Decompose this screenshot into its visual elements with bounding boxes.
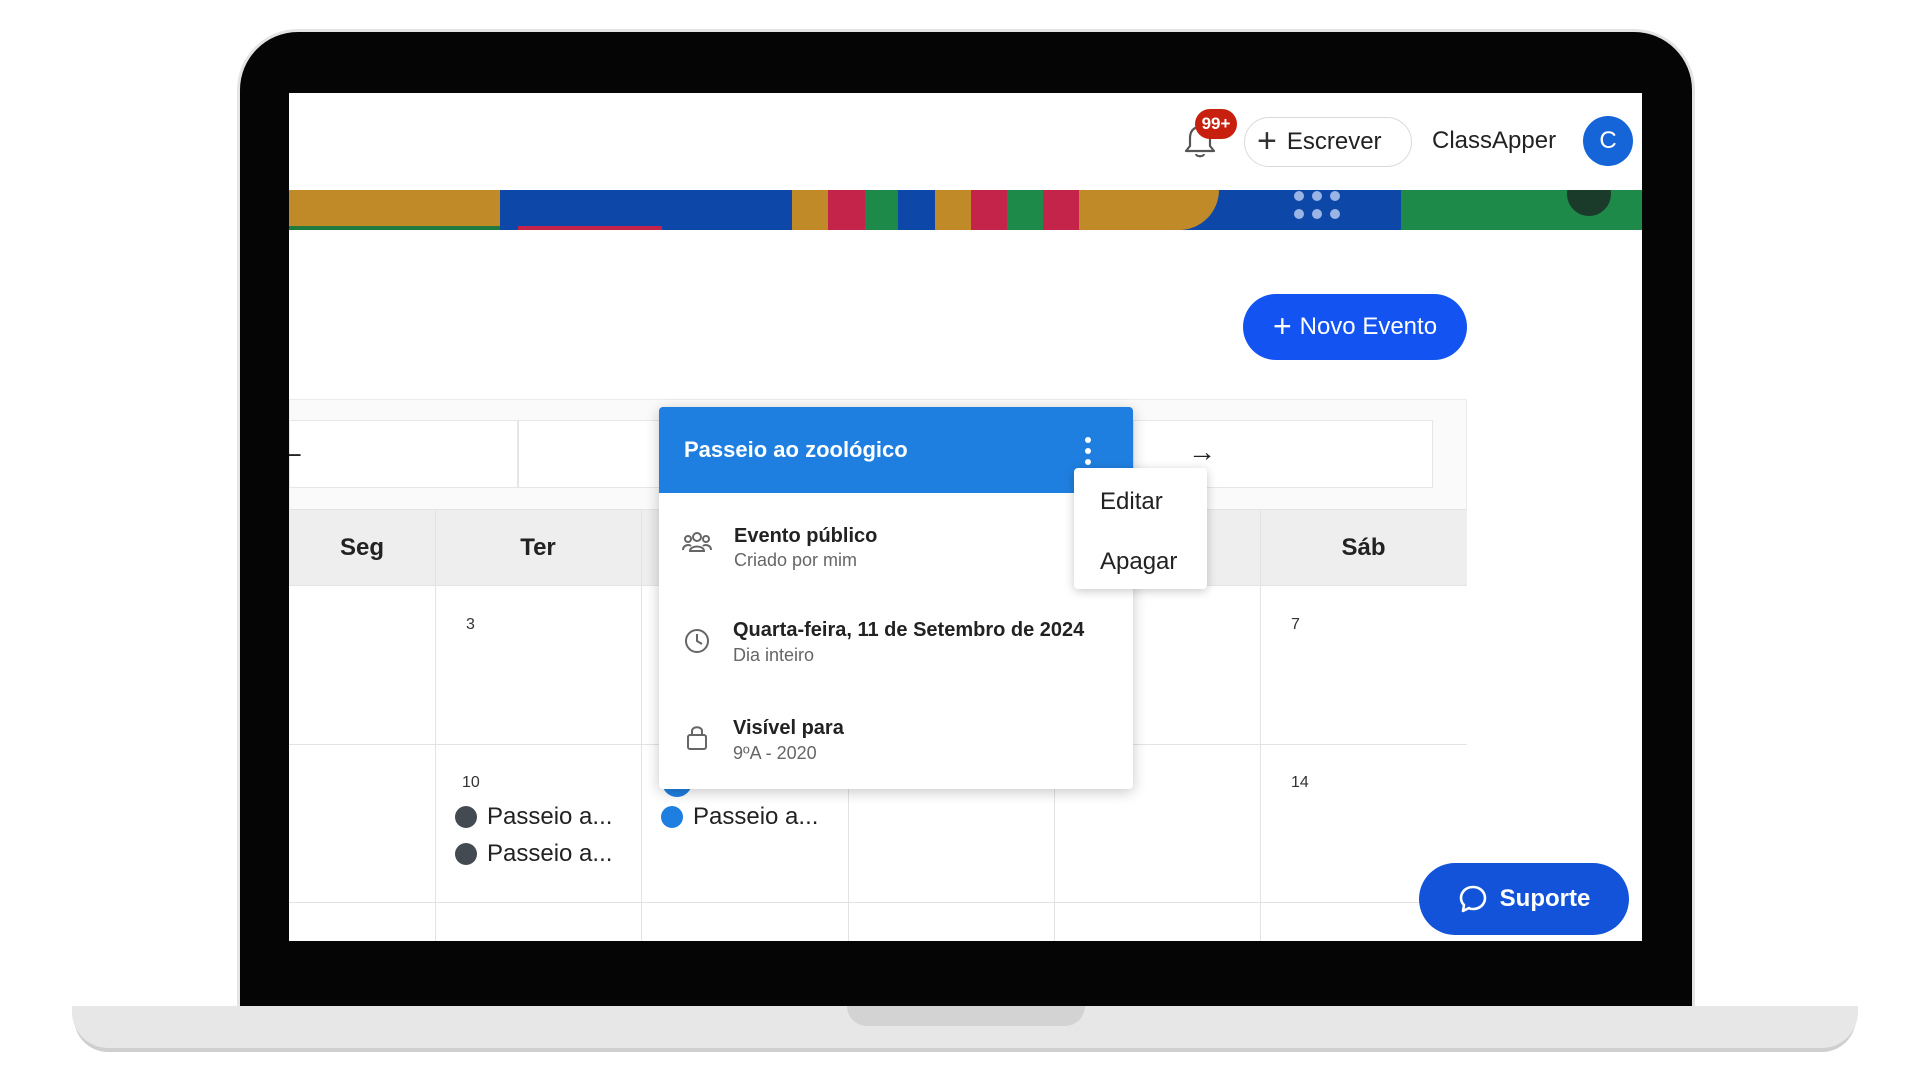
popup-header: Passeio ao zoológico [659, 407, 1133, 493]
calendar-event[interactable]: Passeio a... [455, 803, 612, 831]
event-label: Passeio a... [693, 803, 819, 830]
prev-arrow-icon[interactable]: – [289, 437, 301, 469]
weekday-tue: Ter [520, 533, 556, 561]
day-number[interactable]: 7 [1291, 616, 1300, 634]
support-label: Suporte [1499, 885, 1591, 912]
visibility-type-row: Evento público Criado por mim [659, 493, 1133, 589]
new-event-label: Novo Evento [1299, 313, 1438, 340]
day-number[interactable]: 3 [466, 616, 475, 634]
top-bar: 99+ + Escrever ClassApper C [289, 93, 1642, 189]
visible-to-label: Visível para [733, 717, 844, 739]
plus-icon: + [1257, 121, 1277, 160]
visibility-type: Evento público [734, 525, 878, 547]
group-icon [682, 532, 712, 552]
new-event-button[interactable]: + Novo Evento [1243, 294, 1467, 360]
chat-bubble-icon [1459, 885, 1486, 913]
write-button[interactable]: + Escrever [1244, 117, 1412, 167]
created-by: Criado por mim [734, 550, 858, 570]
avatar[interactable]: C [1583, 116, 1633, 166]
calendar-event[interactable]: Passeio a... [455, 840, 612, 868]
calendar-event-selected[interactable]: Passeio a... [661, 803, 818, 831]
day-number[interactable]: 10 [462, 774, 480, 792]
notification-badge: 99+ [1195, 109, 1237, 139]
event-label: Passeio a... [487, 840, 613, 867]
next-arrow-icon[interactable]: → [1188, 436, 1216, 468]
support-button[interactable]: Suporte [1419, 863, 1629, 935]
write-button-label: Escrever [1286, 128, 1382, 155]
visible-to-row: Visível para 9ºA - 2020 [659, 687, 1133, 787]
edit-menu-item[interactable]: Editar [1100, 488, 1163, 516]
event-dot-icon [455, 843, 477, 865]
date-row: Quarta-feira, 11 de Setembro de 2024 Dia… [659, 589, 1133, 687]
event-label: Passeio a... [487, 803, 613, 830]
clock-icon [685, 629, 709, 653]
weekday-mon: Seg [339, 533, 384, 561]
day-number[interactable]: 14 [1291, 774, 1309, 792]
delete-menu-item[interactable]: Apagar [1100, 548, 1177, 576]
weekday-sat: Sáb [1341, 533, 1386, 561]
event-dot-icon [661, 806, 683, 828]
class-banner [289, 190, 1642, 230]
dots-pattern-icon [1294, 191, 1340, 219]
laptop-notch [847, 1006, 1085, 1026]
visible-to-value: 9ºA - 2020 [733, 743, 817, 763]
plus-icon: + [1272, 307, 1292, 344]
event-duration: Dia inteiro [733, 645, 815, 665]
app-screen: 99+ + Escrever ClassApper C + Novo Event… [289, 93, 1642, 941]
more-options-icon[interactable] [1083, 435, 1093, 467]
event-title: Passeio ao zoológico [684, 437, 908, 462]
lock-icon [687, 726, 707, 750]
event-date: Quarta-feira, 11 de Setembro de 2024 [733, 619, 1085, 641]
user-name[interactable]: ClassApper [1432, 127, 1556, 155]
calendar-nav-left [289, 420, 518, 488]
event-details-popup: Passeio ao zoológico Evento público Cria… [659, 407, 1133, 789]
event-dot-icon [455, 806, 477, 828]
event-options-menu: Editar Apagar [1074, 468, 1207, 589]
